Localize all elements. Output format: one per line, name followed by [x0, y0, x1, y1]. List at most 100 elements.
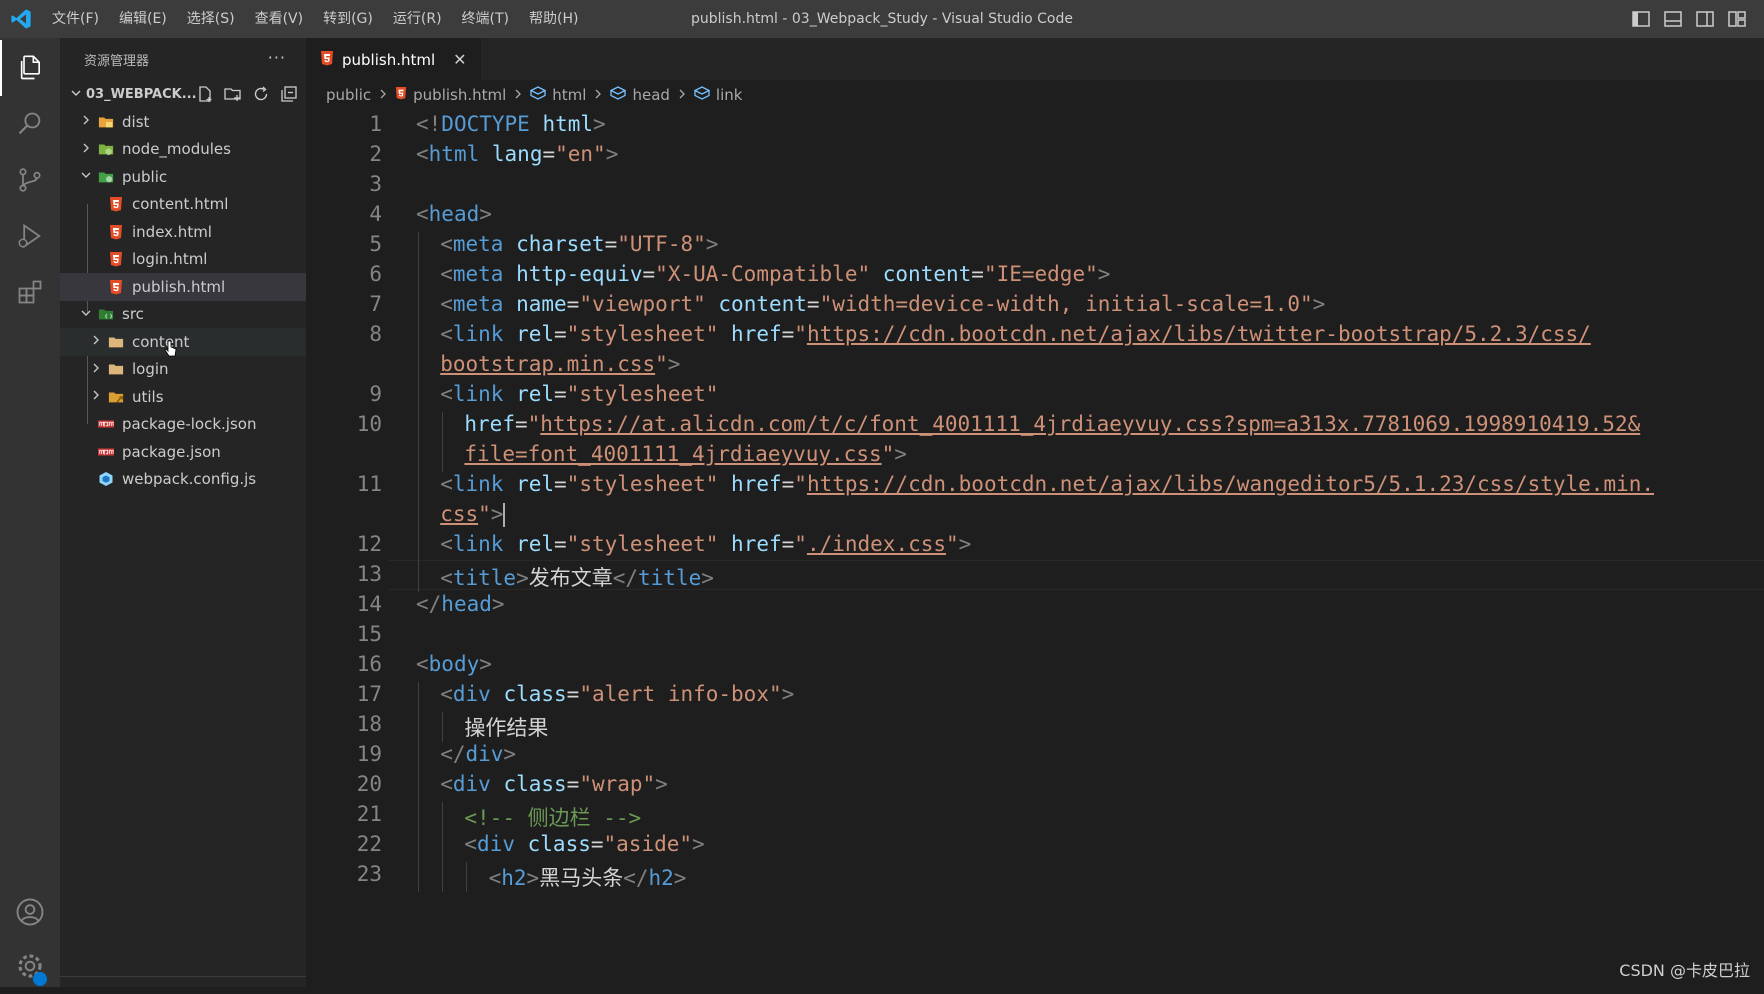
accounts-icon[interactable] — [0, 884, 60, 940]
menu-item[interactable]: 查看(V) — [245, 0, 314, 38]
tree-item[interactable]: content — [60, 328, 306, 357]
collapse-all-icon[interactable] — [280, 85, 298, 107]
chevron-down-icon[interactable] — [78, 169, 94, 184]
menu-item[interactable]: 运行(R) — [383, 0, 452, 38]
code-token: = — [566, 292, 580, 316]
code-line: <head> — [416, 202, 492, 226]
code-token: https://cdn.bootcdn.net/ajax/libs/twitte… — [806, 322, 1591, 346]
tree-item[interactable]: webpack.config.js — [60, 466, 306, 494]
code-token: > — [701, 566, 714, 590]
tree-item[interactable]: content.html — [60, 191, 306, 219]
tree-item[interactable]: public — [60, 163, 306, 191]
tree-item[interactable]: package.json — [60, 438, 306, 466]
indent-guide — [442, 412, 444, 442]
code-token: "alert info-box" — [579, 682, 782, 706]
chevron-right-icon[interactable] — [78, 114, 94, 129]
breadcrumb-item[interactable]: public — [326, 86, 371, 104]
new-folder-icon[interactable] — [224, 85, 242, 107]
source-control-icon[interactable] — [0, 152, 60, 208]
explorer-title: 资源管理器 — [84, 53, 150, 69]
chevron-right-icon[interactable] — [88, 362, 104, 377]
code-line: <div class="wrap"> — [440, 772, 668, 796]
breadcrumb-item[interactable]: head — [610, 86, 670, 104]
tree-item[interactable]: login.html — [60, 246, 306, 274]
close-tab-icon[interactable]: ✕ — [453, 50, 466, 69]
code-token: <! — [416, 112, 442, 136]
search-icon[interactable] — [0, 96, 60, 152]
menu-item[interactable]: 编辑(E) — [109, 0, 177, 38]
code-token: > — [894, 442, 907, 466]
tree-item[interactable]: login — [60, 356, 306, 384]
menu-item[interactable]: 选择(S) — [177, 0, 245, 38]
indent-guide — [418, 532, 419, 562]
code-token: " — [655, 352, 668, 376]
menu-item[interactable]: 文件(F) — [42, 0, 109, 38]
tree-item-label: package-lock.json — [122, 415, 257, 434]
breadcrumb-item[interactable]: link — [693, 86, 742, 104]
code-token: = — [554, 322, 567, 346]
code-line: <link rel="stylesheet" — [440, 382, 718, 406]
code-line: file=font_4001111_4jrdiaeyvuy.css"> — [464, 442, 907, 466]
code-token: meta — [452, 232, 504, 256]
tree-item[interactable]: src — [60, 301, 306, 329]
toggle-panel-icon[interactable] — [1664, 11, 1682, 27]
tree-item[interactable]: publish.html — [60, 273, 306, 301]
extensions-icon[interactable] — [0, 264, 60, 320]
utils-folder-icon — [108, 389, 124, 405]
more-actions-icon[interactable]: ··· — [268, 48, 286, 67]
breadcrumb-item[interactable]: publish.html — [395, 86, 506, 104]
toggle-secondary-sidebar-icon[interactable] — [1696, 11, 1714, 27]
code-token: = — [554, 472, 567, 496]
chevron-right-icon[interactable] — [88, 389, 104, 404]
tree-item-label: node_modules — [122, 140, 231, 159]
watermark: CSDN @卡皮巴拉 — [1619, 961, 1750, 980]
tree-item[interactable]: utils — [60, 383, 306, 411]
tree-item[interactable]: dist — [60, 108, 306, 136]
line-number: 16 — [356, 652, 382, 676]
explorer-icon[interactable] — [0, 40, 60, 96]
code-token: file=font_4001111_4jrdiaeyvuy.css — [464, 442, 882, 466]
code-token: > — [667, 352, 681, 376]
tree-item[interactable]: node_modules — [60, 136, 306, 164]
chevron-right-icon[interactable] — [88, 334, 104, 349]
line-number: 15 — [356, 622, 382, 646]
title-bar: 文件(F) 编辑(E) 选择(S) 查看(V) 转到(G) 运行(R) 终端(T) 帮助(H)… — [0, 0, 1764, 38]
menu-item[interactable]: 终端(T) — [452, 0, 519, 38]
menu-item[interactable]: 转到(G) — [313, 0, 383, 38]
run-debug-icon[interactable] — [0, 208, 60, 264]
code-line: bootstrap.min.css"> — [440, 352, 680, 376]
refresh-icon[interactable] — [252, 85, 270, 107]
src-folder-icon — [98, 306, 114, 322]
chevron-down-icon[interactable] — [78, 307, 94, 322]
chevron-right-icon[interactable] — [78, 142, 94, 157]
line-number: 5 — [369, 232, 382, 256]
customize-layout-icon[interactable] — [1728, 11, 1746, 27]
breadcrumb-item[interactable]: html — [529, 86, 586, 104]
editor-area: publish.html ✕ public publish.html html hea… — [306, 38, 1764, 987]
html5-file-icon — [320, 50, 334, 70]
code-token: "aside" — [603, 832, 693, 856]
chevron-right-icon — [678, 88, 686, 103]
indent-guide — [418, 802, 419, 832]
new-file-icon[interactable] — [196, 85, 214, 107]
tree-item[interactable]: index.html — [60, 218, 306, 246]
tree-item-label: index.html — [132, 222, 212, 241]
indent-guide — [418, 682, 419, 712]
manage-gear-icon[interactable] — [0, 938, 60, 994]
menu-bar: 文件(F) 编辑(E) 选择(S) 查看(V) 转到(G) 运行(R) 终端(T) 帮助(H) — [42, 0, 588, 38]
tree-item[interactable]: package-lock.json — [60, 411, 306, 439]
menu-item[interactable]: 帮助(H) — [519, 0, 588, 38]
toggle-primary-sidebar-icon[interactable] — [1632, 11, 1650, 27]
indent-guide — [466, 862, 468, 892]
code-token: "en" — [555, 142, 606, 166]
indent-guide — [418, 502, 419, 532]
code-token: title — [638, 566, 702, 590]
code-line: <!DOCTYPE html> — [416, 112, 606, 136]
tab-publish-html[interactable]: publish.html ✕ — [306, 38, 481, 80]
code-token: meta — [452, 262, 504, 286]
line-number: 20 — [356, 772, 382, 796]
workspace-folder-header[interactable]: 03_WEBPACK... — [60, 80, 306, 108]
